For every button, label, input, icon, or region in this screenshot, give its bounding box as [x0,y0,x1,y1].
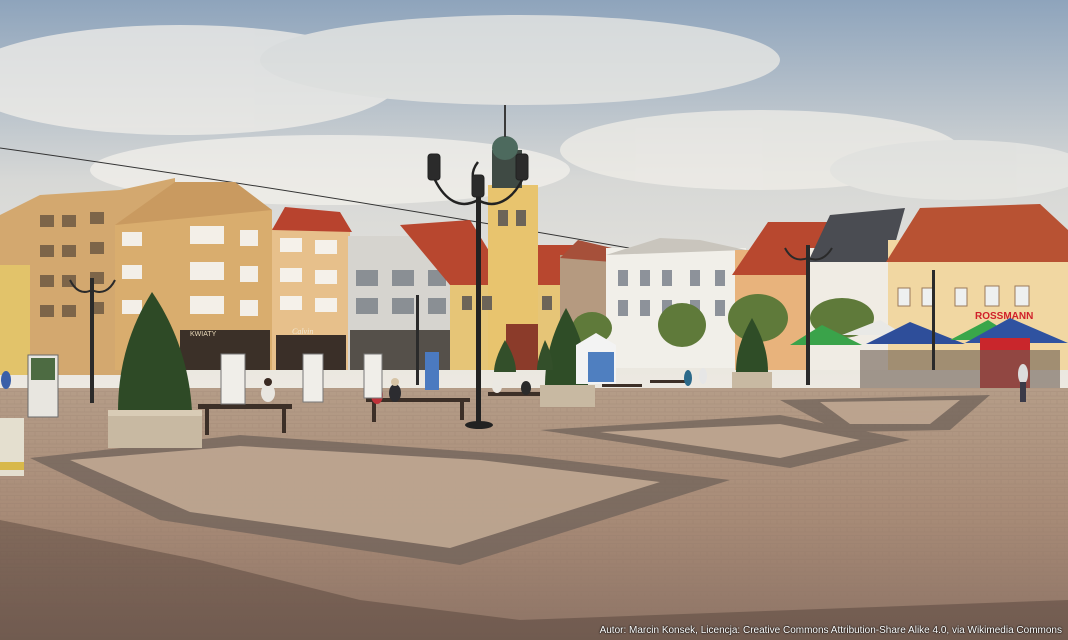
building-red-roof: Calvin [272,207,352,370]
sign-calvin: Calvin [292,327,313,336]
sign-rossmann: ROSSMANN [975,311,1033,322]
building-right-yellow: ROSSMANN [886,204,1068,370]
photo-credit: Autor: Marcin Konsek, Licencja: Creative… [599,625,1062,636]
sign-kwiaty: KWIATY [190,331,217,338]
waste-bin [0,418,24,476]
town-square-photo: KWIATY Calvin ROSSMANN [0,0,1068,640]
